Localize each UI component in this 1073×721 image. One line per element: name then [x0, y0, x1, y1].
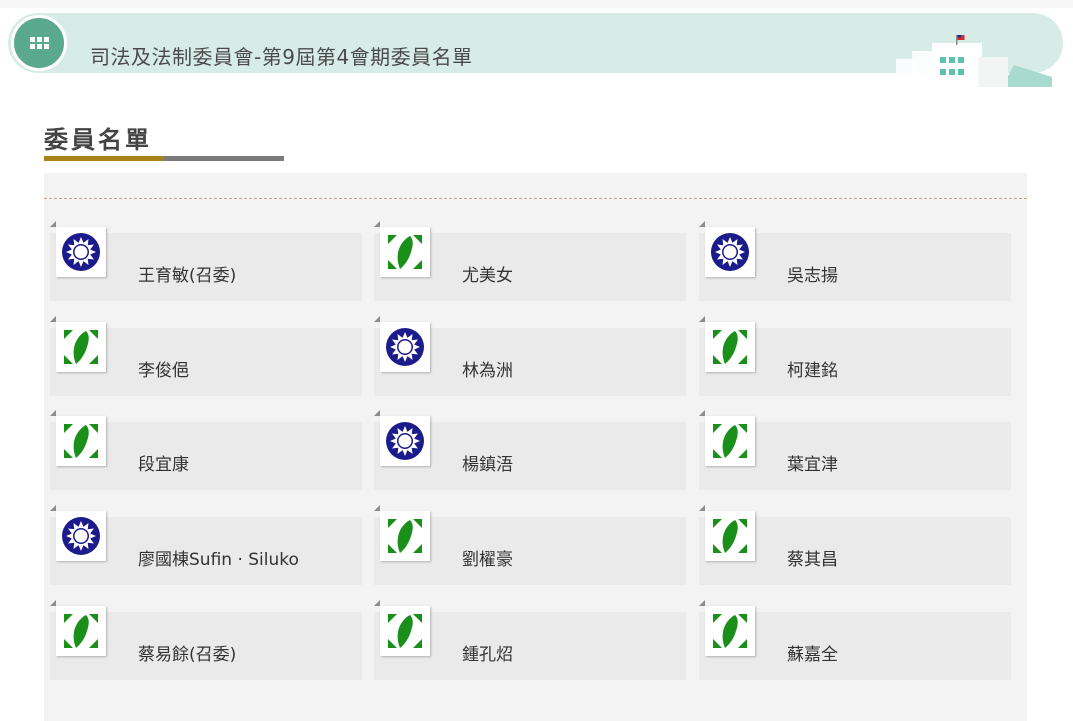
member-card[interactable]: 葉宜津 — [699, 410, 1011, 490]
menu-button[interactable] — [11, 15, 67, 71]
member-card[interactable]: 王育敏(召委) — [50, 221, 362, 301]
member-card[interactable]: 劉櫂豪 — [374, 505, 686, 585]
grid-icon — [29, 37, 49, 49]
member-name: 柯建銘 — [787, 361, 838, 381]
building-icon — [896, 35, 1052, 87]
kmt-party-icon — [374, 316, 430, 372]
member-name: 蘇嘉全 — [787, 645, 838, 665]
member-card[interactable]: 楊鎮浯 — [374, 410, 686, 490]
member-card[interactable]: 鍾孔炤 — [374, 600, 686, 680]
member-card[interactable]: 蘇嘉全 — [699, 600, 1011, 680]
member-name: 蔡易餘(召委) — [138, 645, 237, 665]
member-card[interactable]: 李俊俋 — [50, 316, 362, 396]
member-name: 尤美女 — [462, 266, 513, 286]
top-strip — [0, 0, 1073, 8]
kmt-party-icon — [374, 410, 430, 466]
member-name: 段宜康 — [138, 455, 189, 475]
dpp-party-icon — [50, 316, 106, 372]
dpp-party-icon — [699, 316, 755, 372]
member-name: 王育敏(召委) — [138, 266, 237, 286]
kmt-party-icon — [50, 221, 106, 277]
member-card[interactable]: 尤美女 — [374, 221, 686, 301]
dpp-party-icon — [374, 505, 430, 561]
member-card[interactable]: 段宜康 — [50, 410, 362, 490]
member-card[interactable]: 林為洲 — [374, 316, 686, 396]
section-title: 委員名單 — [44, 126, 152, 154]
dpp-party-icon — [374, 221, 430, 277]
member-name: 蔡其昌 — [787, 550, 838, 570]
member-name: 廖國棟Sufin · Siluko — [138, 550, 299, 570]
member-name: 葉宜津 — [787, 455, 838, 475]
dpp-party-icon — [50, 600, 106, 656]
member-card[interactable]: 蔡易餘(召委) — [50, 600, 362, 680]
member-name: 吳志揚 — [787, 266, 838, 286]
member-name: 鍾孔炤 — [462, 645, 513, 665]
dpp-party-icon — [699, 600, 755, 656]
dpp-party-icon — [699, 410, 755, 466]
member-card[interactable]: 廖國棟Sufin · Siluko — [50, 505, 362, 585]
member-card[interactable]: 蔡其昌 — [699, 505, 1011, 585]
kmt-party-icon — [699, 221, 755, 277]
page-banner: 司法及法制委員會-第9屆第4會期委員名單 — [8, 13, 1063, 87]
page-title: 司法及法制委員會-第9屆第4會期委員名單 — [90, 45, 473, 69]
dpp-party-icon — [50, 410, 106, 466]
section-underline — [44, 156, 284, 161]
member-name: 劉櫂豪 — [462, 550, 513, 570]
member-card[interactable]: 吳志揚 — [699, 221, 1011, 301]
dpp-party-icon — [699, 505, 755, 561]
member-name: 李俊俋 — [138, 361, 189, 381]
divider — [44, 198, 1027, 199]
kmt-party-icon — [50, 505, 106, 561]
member-name: 林為洲 — [462, 361, 513, 381]
member-name: 楊鎮浯 — [462, 455, 513, 475]
member-card[interactable]: 柯建銘 — [699, 316, 1011, 396]
dpp-party-icon — [374, 600, 430, 656]
